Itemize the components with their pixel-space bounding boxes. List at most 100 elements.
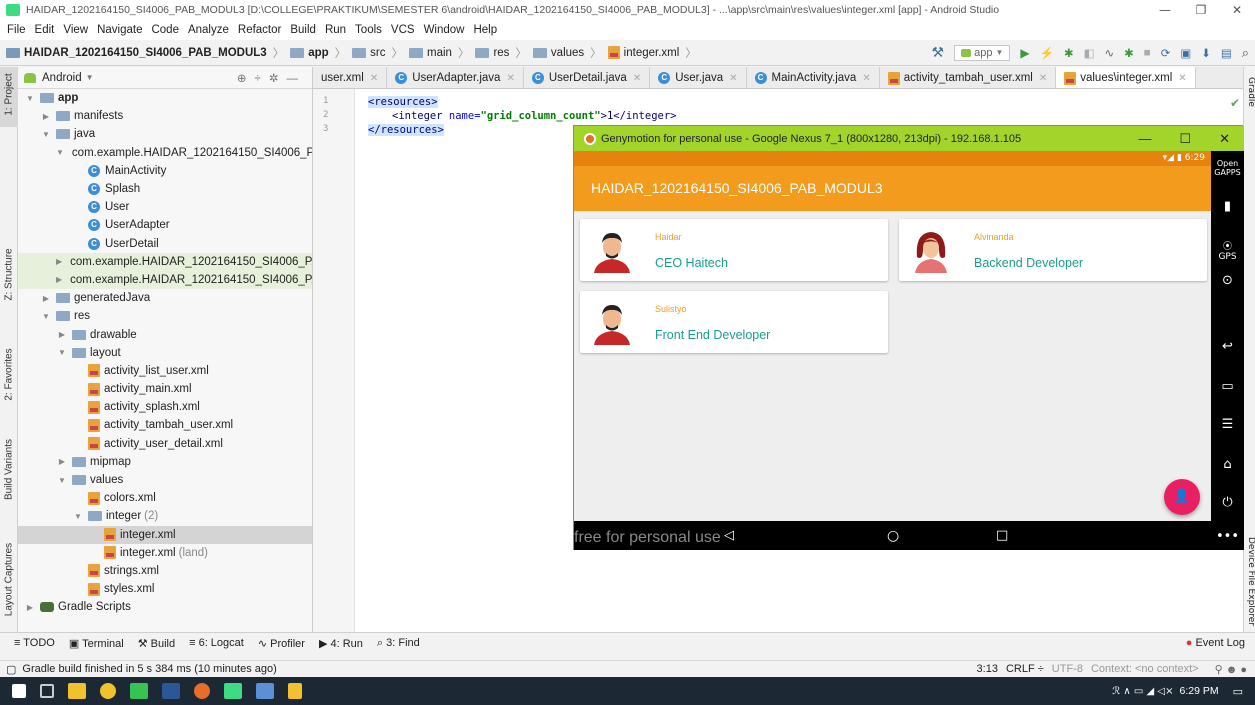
tree-node[interactable]: colors.xml [18, 489, 312, 507]
tree-node[interactable]: ▼ app [18, 89, 312, 107]
terminal-tab[interactable]: ▣ Terminal [69, 637, 124, 650]
emulator-minimize-button[interactable]: — [1138, 131, 1151, 147]
user-card[interactable]: Haidar CEO Haitech [580, 219, 888, 281]
back-icon[interactable]: ◁ [724, 528, 734, 543]
menu-view[interactable]: View [59, 24, 92, 36]
editor-tab[interactable]: values\integer.xml ✕ [1056, 67, 1196, 88]
tab-build-variants[interactable]: Build Variants [0, 432, 18, 512]
editor-tab[interactable]: C UserAdapter.java ✕ [387, 67, 524, 88]
editor-tab[interactable]: C MainActivity.java ✕ [747, 67, 880, 88]
project-structure-icon[interactable]: ▤ [1221, 46, 1232, 60]
breadcrumb-file[interactable]: integer.xml [606, 46, 682, 59]
tree-node[interactable]: integer.xml (land) [18, 544, 312, 562]
tree-node[interactable]: activity_list_user.xml [18, 362, 312, 380]
power-icon[interactable]: ⏻ [1211, 495, 1244, 510]
tree-node[interactable]: ▼ integer (2) [18, 507, 312, 525]
tree-node[interactable]: ▶ generatedJava [18, 289, 312, 307]
tab-structure[interactable]: Z: Structure [0, 237, 18, 317]
expand-arrow-icon[interactable]: ▼ [40, 312, 52, 321]
caret-position[interactable]: 3:13 [977, 663, 998, 675]
tree-node[interactable]: integer.xml [18, 525, 312, 544]
back-side-icon[interactable]: ↩ [1211, 339, 1244, 354]
gps-button[interactable]: ⦿ GPS [1211, 239, 1244, 262]
expand-arrow-icon[interactable]: ▼ [56, 148, 64, 157]
search-icon[interactable]: ⌕ [1242, 45, 1249, 61]
notification-icon[interactable]: ▭ [1233, 685, 1243, 698]
apply-changes-icon[interactable]: ⚡ [1040, 46, 1054, 60]
layout-icon[interactable]: ▢ [6, 663, 16, 676]
close-tab-icon[interactable]: ✕ [1178, 73, 1186, 84]
file-explorer-icon[interactable] [68, 683, 86, 699]
menu-edit[interactable]: Edit [31, 24, 59, 36]
app-icon[interactable] [288, 683, 302, 699]
tree-node[interactable]: C Splash [18, 180, 312, 198]
menu-window[interactable]: Window [420, 24, 469, 36]
list-side-icon[interactable]: ☰ [1211, 417, 1244, 432]
add-user-fab[interactable]: 👤 [1164, 479, 1200, 515]
location-icon[interactable]: ⊙ [1211, 273, 1244, 288]
tree-node[interactable]: ▶ com.example.HAIDAR_1202164150_SI4006_PA [18, 270, 312, 290]
tree-node[interactable]: C UserDetail [18, 235, 312, 253]
menu-refactor[interactable]: Refactor [234, 24, 285, 36]
collapse-arrow-icon[interactable]: ▶ [40, 112, 52, 121]
file-encoding[interactable]: UTF-8 [1052, 663, 1083, 675]
tree-node[interactable]: activity_splash.xml [18, 398, 312, 416]
tree-node[interactable]: C User [18, 198, 312, 216]
code-line-1[interactable]: <resources> [368, 96, 438, 108]
breadcrumb-app[interactable]: app [288, 47, 330, 59]
tree-node[interactable]: activity_tambah_user.xml [18, 416, 312, 434]
close-tab-icon[interactable]: ✕ [370, 73, 378, 84]
tree-node[interactable]: ▶ Gradle Scripts [18, 598, 312, 616]
event-log-tab[interactable]: ● Event Log [1186, 637, 1255, 649]
gear-icon[interactable]: ✲ [269, 73, 287, 85]
gapps-button[interactable]: Open GAPPS [1211, 159, 1244, 177]
collapse-icon[interactable]: ÷ [255, 73, 269, 85]
attach-debugger-icon[interactable]: ∿ [1104, 46, 1114, 60]
build-hammer-icon[interactable]: ⚒ [932, 44, 945, 61]
hide-icon[interactable]: — [287, 73, 307, 85]
editor-tab[interactable]: activity_tambah_user.xml ✕ [880, 67, 1057, 88]
sync-gradle-icon[interactable]: ⟳ [1161, 46, 1171, 60]
project-view-select[interactable]: Android [42, 72, 82, 84]
sdk-manager-icon[interactable]: ⬇ [1201, 46, 1211, 60]
windows-start-icon[interactable] [12, 684, 26, 698]
genymotion-taskbar-icon[interactable] [194, 683, 210, 699]
tree-node[interactable]: ▶ com.example.HAIDAR_1202164150_SI4006_PA [18, 252, 312, 271]
menu-file[interactable]: File [3, 24, 30, 36]
menu-build[interactable]: Build [286, 24, 320, 36]
tree-node[interactable]: ▶ mipmap [18, 453, 312, 471]
collapse-arrow-icon[interactable]: ▶ [56, 257, 62, 266]
chrome-icon[interactable] [100, 683, 116, 699]
close-tab-icon[interactable]: ✕ [633, 73, 641, 84]
collapse-arrow-icon[interactable]: ▶ [56, 457, 68, 466]
tree-node[interactable]: C UserAdapter [18, 216, 312, 234]
tab-layout-captures[interactable]: Layout Captures [0, 542, 18, 622]
menu-help[interactable]: Help [469, 24, 501, 36]
emulator-maximize-button[interactable]: ☐ [1179, 131, 1191, 147]
tab-device-file-explorer[interactable]: Device File Explorer [1242, 537, 1255, 627]
tree-node[interactable]: ▶ manifests [18, 107, 312, 125]
tab-gradle[interactable]: Gradle [1242, 77, 1255, 107]
close-tab-icon[interactable]: ✕ [729, 73, 737, 84]
expand-arrow-icon[interactable]: ▼ [56, 348, 68, 357]
collapse-arrow-icon[interactable]: ▶ [40, 294, 52, 303]
more-icon[interactable]: ••• [1211, 529, 1244, 544]
stop-icon[interactable]: ■ [1144, 47, 1151, 59]
profiler-tab[interactable]: ∿ Profiler [258, 637, 305, 650]
android-studio-taskbar-icon[interactable] [224, 683, 242, 699]
build-tab[interactable]: ⚒ Build [138, 637, 175, 650]
todo-tab[interactable]: ≡ TODO [14, 637, 55, 649]
code-line-2[interactable]: <integer name="grid_column_count">1</int… [392, 110, 676, 122]
line-separator[interactable]: CRLF ÷ [1006, 663, 1044, 675]
tree-node[interactable]: strings.xml [18, 562, 312, 580]
tree-node[interactable]: ▼ res [18, 307, 312, 325]
editor-tab[interactable]: user.xml ✕ [313, 67, 388, 88]
close-tab-icon[interactable]: ✕ [1039, 73, 1047, 84]
recents-icon[interactable]: □ [996, 528, 1008, 543]
word-icon[interactable] [162, 683, 180, 699]
menu-vcs[interactable]: VCS [387, 24, 419, 36]
menu-side-icon[interactable]: ▭ [1211, 379, 1244, 394]
maximize-button[interactable]: ❐ [1183, 3, 1219, 17]
task-view-icon[interactable] [40, 684, 54, 698]
logcat-tab[interactable]: ≡ 6: Logcat [189, 637, 244, 649]
